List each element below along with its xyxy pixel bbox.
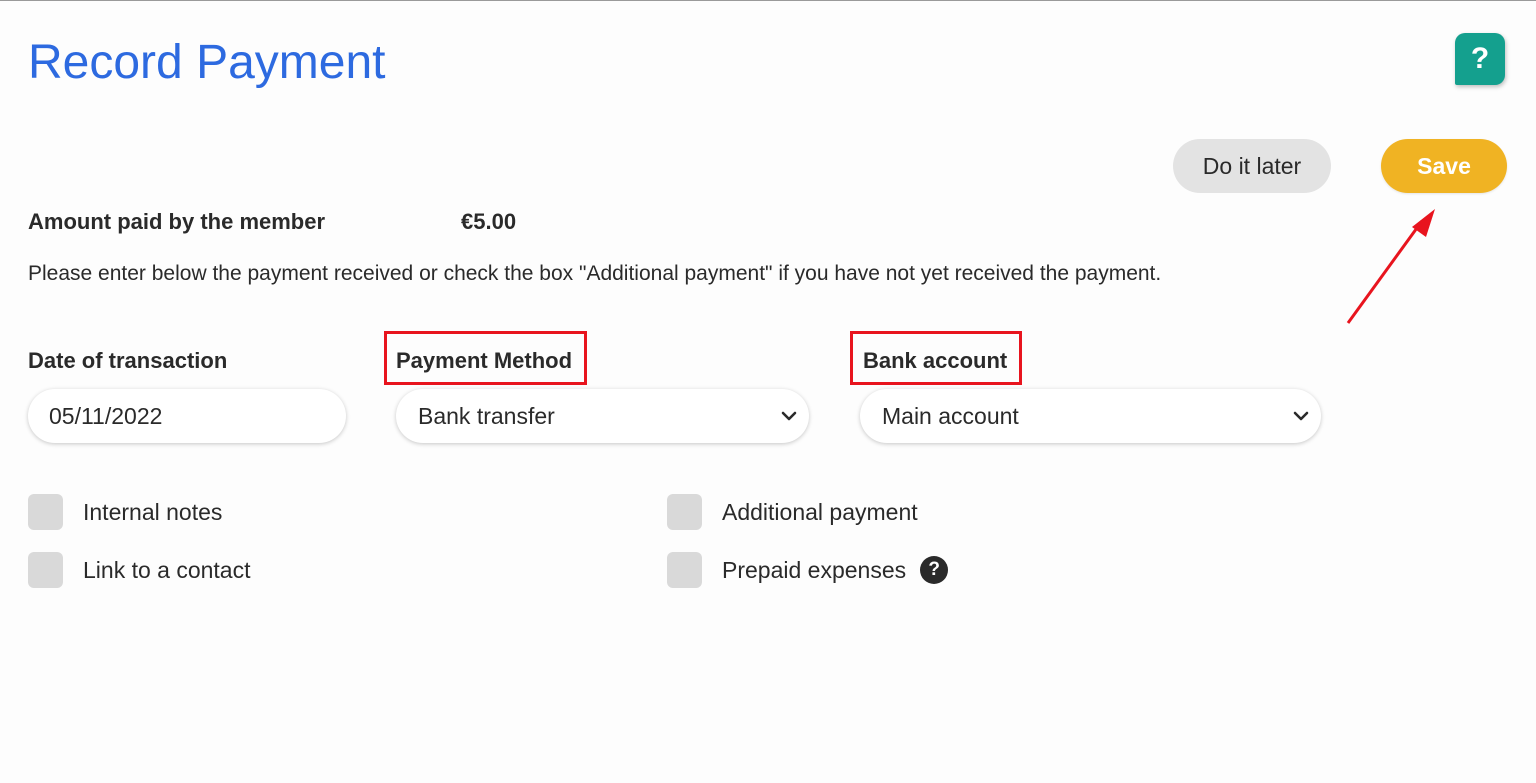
bank-account-value: Main account [882, 402, 1019, 429]
internal-notes-label: Internal notes [83, 499, 223, 525]
instructions-text: Please enter below the payment received … [28, 262, 1162, 285]
question-circle-icon[interactable]: ? [920, 556, 949, 584]
question-icon: ? [1470, 42, 1490, 75]
chevron-down-icon [1291, 406, 1311, 426]
page-title: Record Payment [28, 36, 386, 89]
link-contact-label: Link to a contact [83, 557, 251, 583]
payment-method-value: Bank transfer [418, 402, 555, 429]
amount-label: Amount paid by the member [28, 209, 326, 234]
highlight-box-bank-account [850, 331, 1022, 385]
internal-notes-option[interactable]: Internal notes [28, 494, 222, 530]
do-it-later-button[interactable]: Do it later [1173, 139, 1331, 193]
save-button[interactable]: Save [1381, 139, 1507, 193]
amount-value: €5.00 [461, 209, 517, 234]
additional-payment-label: Additional payment [722, 499, 918, 525]
bank-account-select[interactable]: Main account [860, 389, 1321, 443]
internal-notes-checkbox[interactable] [28, 494, 63, 530]
prepaid-expenses-label: Prepaid expenses [722, 557, 907, 583]
help-button[interactable]: ? [1455, 33, 1505, 85]
highlight-box-payment-method [384, 331, 587, 385]
annotation-arrow [1346, 209, 1435, 324]
date-input[interactable]: 05/11/2022 [28, 389, 346, 443]
link-contact-option[interactable]: Link to a contact [28, 552, 251, 588]
payment-method-select[interactable]: Bank transfer [396, 389, 809, 443]
date-label: Date of transaction [28, 348, 228, 373]
additional-payment-checkbox[interactable] [667, 494, 702, 530]
date-value: 05/11/2022 [49, 402, 163, 429]
prepaid-expenses-option[interactable]: Prepaid expenses ? [667, 552, 949, 588]
prepaid-expenses-checkbox[interactable] [667, 552, 702, 588]
link-contact-checkbox[interactable] [28, 552, 63, 588]
chevron-down-icon [779, 406, 799, 426]
additional-payment-option[interactable]: Additional payment [667, 494, 918, 530]
